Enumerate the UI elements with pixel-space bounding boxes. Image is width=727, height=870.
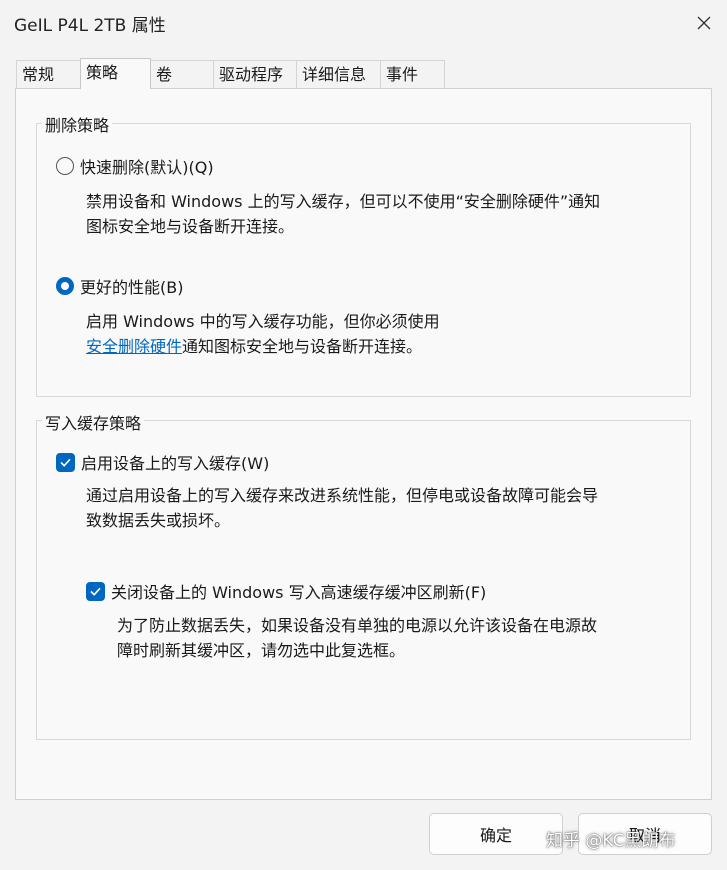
better-performance-radio[interactable]: 更好的性能(B)	[56, 274, 183, 298]
better-performance-label: 更好的性能(B)	[80, 278, 184, 297]
enable-write-cache-desc-line2: 致数据丢失或损坏。	[86, 511, 231, 530]
ok-button[interactable]: 确定	[429, 813, 563, 855]
enable-write-cache-label: 启用设备上的写入缓存(W)	[81, 454, 270, 473]
tab-volumes[interactable]: 卷	[150, 60, 214, 88]
removal-policy-title: 删除策略	[42, 112, 113, 136]
better-performance-description: 启用 Windows 中的写入缓存功能，但你必须使用 安全删除硬件通知图标安全地…	[86, 309, 440, 359]
close-icon	[697, 16, 711, 30]
watermark: 知乎 @KC黑朗布	[546, 831, 676, 851]
tab-driver[interactable]: 驱动程序	[213, 60, 297, 88]
quick-removal-radio[interactable]: 快速删除(默认)(Q)	[56, 154, 214, 178]
tab-events[interactable]: 事件	[380, 60, 445, 88]
properties-dialog: GeIL P4L 2TB 属性 常规 策略 卷 驱动程序 详细信息 事件 删除策…	[0, 0, 727, 870]
turn-off-flush-checkbox[interactable]: 关闭设备上的 Windows 写入高速缓存缓冲区刷新(F)	[86, 579, 486, 603]
write-cache-policy-title: 写入缓存策略	[42, 410, 145, 434]
window-title: GeIL P4L 2TB 属性	[14, 16, 166, 36]
quick-removal-description: 禁用设备和 Windows 上的写入缓存，但可以不使用“安全删除硬件”通知 图标…	[86, 189, 600, 239]
title-bar: GeIL P4L 2TB 属性	[0, 0, 727, 46]
quick-removal-desc-line2: 图标安全地与设备断开连接。	[86, 217, 295, 236]
checkmark-icon	[90, 587, 101, 596]
radio-checked	[56, 277, 74, 295]
close-button[interactable]	[681, 0, 727, 46]
checkbox-checked	[56, 452, 75, 472]
turn-off-flush-description: 为了防止数据丢失，如果设备没有单独的电源以允许该设备在电源故 障时刷新其缓冲区，…	[117, 613, 597, 663]
checkbox-checked	[86, 581, 105, 601]
turn-off-flush-desc-line2: 障时刷新其缓冲区，请勿选中此复选框。	[117, 641, 406, 660]
radio-unchecked	[56, 157, 74, 175]
tab-policies[interactable]: 策略	[80, 58, 151, 89]
better-performance-desc-line2: 通知图标安全地与设备断开连接。	[182, 337, 423, 356]
enable-write-cache-description: 通过启用设备上的写入缓存来改进系统性能，但停电或设备故障可能会导 致数据丢失或损…	[86, 483, 598, 533]
quick-removal-label: 快速删除(默认)(Q)	[80, 158, 214, 177]
checkmark-icon	[60, 458, 71, 467]
safely-remove-hardware-link[interactable]: 安全删除硬件	[86, 337, 182, 356]
tab-general[interactable]: 常规	[16, 60, 81, 88]
enable-write-cache-checkbox[interactable]: 启用设备上的写入缓存(W)	[56, 450, 269, 474]
better-performance-desc-line1: 启用 Windows 中的写入缓存功能，但你必须使用	[86, 312, 440, 331]
tab-strip: 常规 策略 卷 驱动程序 详细信息 事件	[16, 58, 711, 89]
enable-write-cache-desc-line1: 通过启用设备上的写入缓存来改进系统性能，但停电或设备故障可能会导	[86, 486, 599, 505]
quick-removal-desc-line1: 禁用设备和 Windows 上的写入缓存，但可以不使用“安全删除硬件”通知	[86, 192, 601, 211]
turn-off-flush-desc-line1: 为了防止数据丢失，如果设备没有单独的电源以允许该设备在电源故	[117, 616, 598, 635]
tab-details[interactable]: 详细信息	[296, 60, 381, 88]
turn-off-flush-label: 关闭设备上的 Windows 写入高速缓存缓冲区刷新(F)	[111, 583, 487, 602]
